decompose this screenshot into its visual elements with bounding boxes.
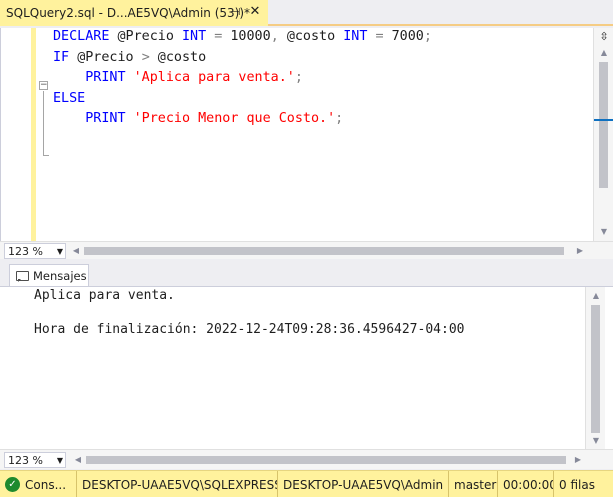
status-elapsed: 00:00:00 <box>497 471 553 497</box>
code-token: IF <box>53 49 78 65</box>
collapse-outline-icon[interactable]: − <box>39 81 48 90</box>
code-token: @costo <box>286 29 344 44</box>
code-token: DECLARE <box>53 29 118 44</box>
status-database: master <box>448 471 497 497</box>
messages-bottom-bar: 123 % ▼ ◀ ▶ <box>0 449 613 469</box>
messages-pane[interactable]: Aplica para venta. Hora de finalización: … <box>0 286 613 450</box>
document-tab-strip: SQLQuery2.sql - D...AE5VQ\Admin (53))* ⊣… <box>0 0 613 26</box>
editor-zoom-dropdown[interactable]: 123 % ▼ <box>4 243 66 259</box>
code-token: = <box>206 29 231 44</box>
code-token: ; <box>294 70 303 86</box>
change-tracking-bar <box>31 28 36 241</box>
chevron-down-icon[interactable]: ▼ <box>57 244 63 259</box>
editor-vertical-scrollbar[interactable]: ⇳ ▲ ▼ <box>593 28 613 241</box>
document-tab-sqlquery2[interactable]: SQLQuery2.sql - D...AE5VQ\Admin (53))* ⊣… <box>0 0 268 26</box>
status-rows: 0 filas <box>553 471 613 497</box>
results-tab-strip: Mensajes <box>0 260 613 286</box>
code-line[interactable]: PRINT 'Aplica para venta.'; <box>53 68 432 89</box>
split-editor-icon[interactable]: ⇳ <box>596 30 612 44</box>
outline-line <box>43 91 44 155</box>
outline-line-end <box>43 155 49 156</box>
scroll-up-arrow-icon[interactable]: ▲ <box>588 289 604 303</box>
code-token: @costo <box>149 49 207 65</box>
selection-margin <box>1 28 35 241</box>
code-token: @Precio <box>117 29 182 44</box>
code-token: 7000 <box>391 29 424 44</box>
code-line[interactable]: ELSE <box>53 89 432 110</box>
status-server-text: DESKTOP-UAAE5VQ\SQLEXPRESS ... <box>82 477 277 492</box>
code-token: ELSE <box>53 90 86 106</box>
code-token: 'Aplica para venta.' <box>133 70 295 86</box>
scroll-down-arrow-icon[interactable]: ▼ <box>596 225 612 239</box>
code-token: @Precio <box>77 49 142 65</box>
editor-zoom-value: 123 % <box>8 244 43 258</box>
messages-vertical-scrollbar[interactable]: ▲ ▼ <box>585 287 605 450</box>
checkmark-icon: ✓ <box>5 477 20 492</box>
status-query-state-text: Cons... <box>25 477 67 492</box>
document-tab-title: SQLQuery2.sql - D...AE5VQ\Admin (53))* <box>6 6 251 20</box>
message-line: Hora de finalización: 2022-12-24T09:28:3… <box>34 322 465 337</box>
status-server: DESKTOP-UAAE5VQ\SQLEXPRESS ... <box>76 471 277 497</box>
code-token: PRINT <box>53 111 134 127</box>
editor-horizontal-scrollbar-thumb[interactable] <box>84 247 564 255</box>
code-token: = <box>367 29 392 44</box>
code-token: 10000 <box>230 29 271 44</box>
messages-scrollbar-thumb[interactable] <box>591 305 600 433</box>
code-text[interactable]: DECLARE @Precio INT = 10000, @costo INT … <box>53 27 432 130</box>
status-user-text: DESKTOP-UAAE5VQ\Admin ... <box>283 477 448 492</box>
status-bar: ✓ Cons... DESKTOP-UAAE5VQ\SQLEXPRESS ...… <box>0 470 613 497</box>
code-token: , <box>270 29 287 44</box>
editor-scrollbar-thumb[interactable] <box>599 62 608 188</box>
code-token: ; <box>335 111 344 127</box>
scroll-down-arrow-icon[interactable]: ▼ <box>588 434 604 448</box>
messages-text: Aplica para venta. Hora de finalización: … <box>34 287 464 338</box>
code-token: INT <box>182 29 207 44</box>
scroll-right-arrow-icon[interactable]: ▶ <box>570 453 586 467</box>
code-token: 'Precio Menor que Costo.' <box>133 111 336 127</box>
status-query-state: ✓ Cons... <box>0 471 76 497</box>
pin-icon[interactable]: ⊣ <box>229 6 243 20</box>
code-token: INT <box>343 29 368 44</box>
status-elapsed-text: 00:00:00 <box>503 477 553 492</box>
status-database-text: master <box>454 477 497 492</box>
code-line[interactable]: PRINT 'Precio Menor que Costo.'; <box>53 109 432 130</box>
code-token: ; <box>423 29 432 44</box>
status-user: DESKTOP-UAAE5VQ\Admin ... <box>277 471 448 497</box>
tab-messages[interactable]: Mensajes <box>9 264 89 286</box>
editor-bottom-bar: 123 % ▼ ◀ ▶ <box>0 241 613 259</box>
code-line[interactable]: IF @Precio > @costo <box>53 48 432 69</box>
code-token: PRINT <box>53 70 134 86</box>
message-line: Aplica para venta. <box>34 288 175 303</box>
code-line[interactable]: DECLARE @Precio INT = 10000, @costo INT … <box>53 27 432 48</box>
scroll-left-arrow-icon[interactable]: ◀ <box>68 244 84 258</box>
tab-messages-label: Mensajes <box>33 268 87 283</box>
scroll-left-arrow-icon[interactable]: ◀ <box>70 453 86 467</box>
query-editor[interactable]: − DECLARE @Precio INT = 10000, @costo IN… <box>0 28 613 241</box>
messages-horizontal-scrollbar-thumb[interactable] <box>86 456 566 464</box>
messages-zoom-value: 123 % <box>8 453 43 467</box>
scroll-up-arrow-icon[interactable]: ▲ <box>596 46 612 60</box>
status-rows-text: 0 filas <box>559 477 595 492</box>
message-line <box>34 304 464 321</box>
messages-zoom-dropdown[interactable]: 123 % ▼ <box>4 452 66 468</box>
chevron-down-icon[interactable]: ▼ <box>57 453 63 468</box>
message-icon <box>15 270 29 282</box>
caret-position-marker <box>594 119 613 121</box>
code-token: > <box>141 49 150 65</box>
scroll-right-arrow-icon[interactable]: ▶ <box>572 244 588 258</box>
close-icon[interactable]: ✕ <box>248 5 262 19</box>
